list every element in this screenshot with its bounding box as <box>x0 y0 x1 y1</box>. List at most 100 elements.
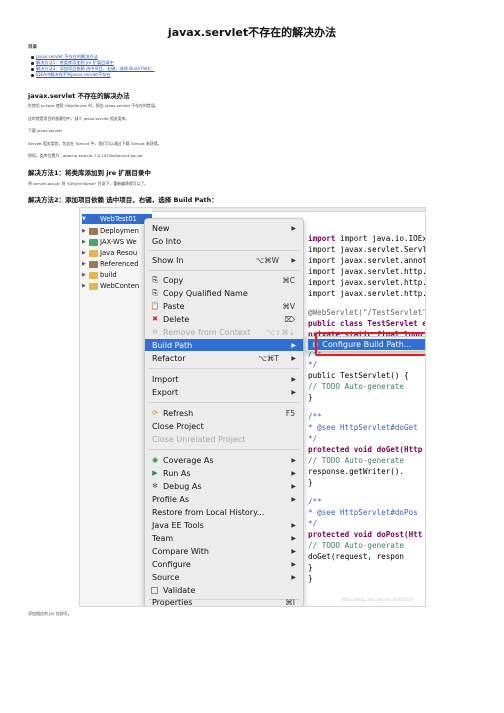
tree-item-deployment[interactable]: ▶ Deploymen <box>82 226 139 236</box>
menu-item-build-path[interactable]: Build Path ▶ <box>145 339 303 351</box>
tree-item-jaxws[interactable]: ▶ JAX-WS We <box>82 237 137 247</box>
menu-separator <box>149 270 299 271</box>
tree-expanded-arrow-icon[interactable]: ▼ <box>82 216 89 222</box>
menu-item-javaee-tools[interactable]: Java EE Tools ▶ <box>145 519 303 531</box>
submenu-arrow-icon: ▶ <box>291 521 296 529</box>
menu-item-debug-as[interactable]: ✻ Debug As ▶ <box>145 480 303 492</box>
tree-collapsed-arrow-icon[interactable]: ▶ <box>82 250 89 256</box>
folder-icon <box>89 271 98 279</box>
code-editor[interactable]: import import java.io.IOException; impor… <box>306 212 426 606</box>
run-icon: ▶ <box>152 469 158 477</box>
code-text: // TODO Auto-generate <box>308 541 405 550</box>
code-text: public TestServlet() { <box>308 371 409 380</box>
menu-label: New <box>152 223 170 233</box>
menu-shortcut: ⌥⇧⌘↓ <box>266 327 295 337</box>
menu-item-import[interactable]: Import ▶ <box>145 373 303 385</box>
menu-item-refactor[interactable]: Refactor ⌥⌘T ▶ <box>145 352 303 364</box>
menu-label: Validate <box>163 585 196 595</box>
menu-item-paste[interactable]: 📋 Paste ⌘V <box>145 300 303 312</box>
code-text: } <box>308 478 313 487</box>
menu-label: Close Project <box>152 421 204 431</box>
menu-item-configure[interactable]: Configure ▶ <box>145 558 303 570</box>
menu-item-refresh[interactable]: ⟳ Refresh F5 <box>145 407 303 419</box>
code-line: */ <box>308 434 317 443</box>
tree-item-label: WebConten <box>100 282 140 290</box>
menu-label: Run As <box>163 468 191 478</box>
code-line: } <box>308 393 313 402</box>
menu-item-show-in[interactable]: Show In ⌥⌘W ▶ <box>145 254 303 266</box>
toc-link[interactable]: IDEA中解决找不到javax.servlet不存在 <box>31 72 155 78</box>
menu-item-team[interactable]: Team ▶ <box>145 532 303 544</box>
submenu-arrow-icon: ▶ <box>291 256 296 264</box>
menu-item-source[interactable]: Source ▶ <box>145 571 303 583</box>
tree-collapsed-arrow-icon[interactable]: ▶ <box>82 239 89 245</box>
tree-item-webcontent[interactable]: ▶ WebConten <box>82 281 139 291</box>
code-text: @WebServlet("/TestServlet") <box>308 308 426 317</box>
java-resources-icon <box>89 249 98 257</box>
menu-item-copy[interactable]: ⎘ Copy ⌘C <box>145 274 303 286</box>
menu-item-validate[interactable]: Validate <box>145 584 303 596</box>
code-line: } <box>308 563 313 572</box>
tree-item-referenced[interactable]: ▶ Referenced <box>82 259 139 269</box>
code-line: protected void doPost(Htt <box>308 530 422 539</box>
code-line: @WebServlet("/TestServlet") <box>308 308 426 317</box>
code-text: * @see HttpServlet#doPos <box>308 508 418 517</box>
menu-item-export[interactable]: Export ▶ <box>145 386 303 398</box>
tree-collapsed-arrow-icon[interactable]: ▶ <box>82 261 89 267</box>
table-of-contents: javax.servlet 不存在的解决办法 解决方法1：将类库添加到 jre … <box>31 54 155 78</box>
menu-separator <box>149 449 299 450</box>
code-line: doGet(request, respon <box>308 552 404 561</box>
menu-item-coverage-as[interactable]: ◉ Coverage As ▶ <box>145 454 303 466</box>
tree-collapsed-arrow-icon[interactable]: ▶ <box>82 228 89 234</box>
paste-icon: 📋 <box>150 302 160 310</box>
code-text: /** <box>308 412 322 421</box>
menu-item-profile-as[interactable]: Profile As ▶ <box>145 493 303 505</box>
menu-shortcut: ⌥⌘W <box>255 255 279 265</box>
menu-item-compare-with[interactable]: Compare With ▶ <box>145 545 303 557</box>
menu-separator <box>149 368 299 369</box>
menu-item-delete[interactable]: ✖ Delete ⌦ <box>145 313 303 325</box>
code-text: */ <box>308 360 318 369</box>
code-line: public class TestServlet exte <box>308 319 425 328</box>
referenced-libraries-icon <box>89 260 98 268</box>
submenu-arrow-icon: ▶ <box>291 573 296 581</box>
menu-item-remove-context[interactable]: ⊖ Remove from Context ⌥⇧⌘↓ <box>145 326 303 338</box>
code-line: import javax.servlet.ServletE <box>308 245 425 254</box>
menu-shortcut: ⌦ <box>284 314 295 324</box>
menu-shortcut: F5 <box>285 408 295 418</box>
menu-label: Delete <box>163 314 190 324</box>
menu-item-new[interactable]: New ▶ <box>145 222 303 234</box>
code-text: doGet(request, respon <box>308 552 405 561</box>
menu-item-run-as[interactable]: ▶ Run As ▶ <box>145 467 303 479</box>
menu-shortcut: ⌘C <box>282 275 295 285</box>
code-line: import javax.servlet.http.Htt <box>308 278 426 287</box>
paragraph: Servlet 相关类包，包含在 Tomcat 中，我们可以通过下载 Tomca… <box>28 141 162 146</box>
tree-collapsed-arrow-icon[interactable]: ▶ <box>82 283 89 289</box>
eclipse-screenshot: ▼ WebTest01 ▶ Deploymen ▶ JAX-WS We ▶ Ja… <box>79 207 426 607</box>
code-line: public TestServlet() { <box>308 371 409 380</box>
footnote: 添加相应的 jar 包即可。 <box>28 611 72 616</box>
paragraph: 下载 javax.servlet <box>28 128 63 133</box>
menu-label: Properties <box>152 597 193 607</box>
menu-item-close-project[interactable]: Close Project <box>145 420 303 432</box>
menu-label: Paste <box>163 301 185 311</box>
code-text: import javax.servlet.http.Htt <box>308 278 426 287</box>
tree-item-webtest01[interactable]: ▼ WebTest01 <box>82 214 152 224</box>
copy-qualified-icon: ⎘ <box>152 288 158 297</box>
tree-item-label: Referenced <box>100 260 139 268</box>
submenu-arrow-icon: ▶ <box>291 469 296 477</box>
menu-item-close-unrelated[interactable]: Close Unrelated Project <box>145 433 303 445</box>
menu-item-go-into[interactable]: Go Into <box>145 235 303 247</box>
tree-collapsed-arrow-icon[interactable]: ▶ <box>82 272 89 278</box>
menu-item-copy-qualified[interactable]: ⎘ Copy Qualified Name <box>145 287 303 299</box>
remove-context-icon: ⊖ <box>152 328 158 336</box>
tree-item-java-resources[interactable]: ▶ Java Resou <box>82 248 137 258</box>
toc-heading: 目录 <box>28 45 37 50</box>
menu-label: Configure <box>152 559 191 569</box>
tree-item-build[interactable]: ▶ build <box>82 270 117 280</box>
menu-label: Close Unrelated Project <box>152 434 246 444</box>
menu-item-properties[interactable]: Properties ⌘I <box>145 596 303 607</box>
menu-label: Go Into <box>152 236 182 246</box>
menu-item-restore-history[interactable]: Restore from Local History... <box>145 506 303 518</box>
code-text: * @see HttpServlet#doGet <box>308 423 418 432</box>
